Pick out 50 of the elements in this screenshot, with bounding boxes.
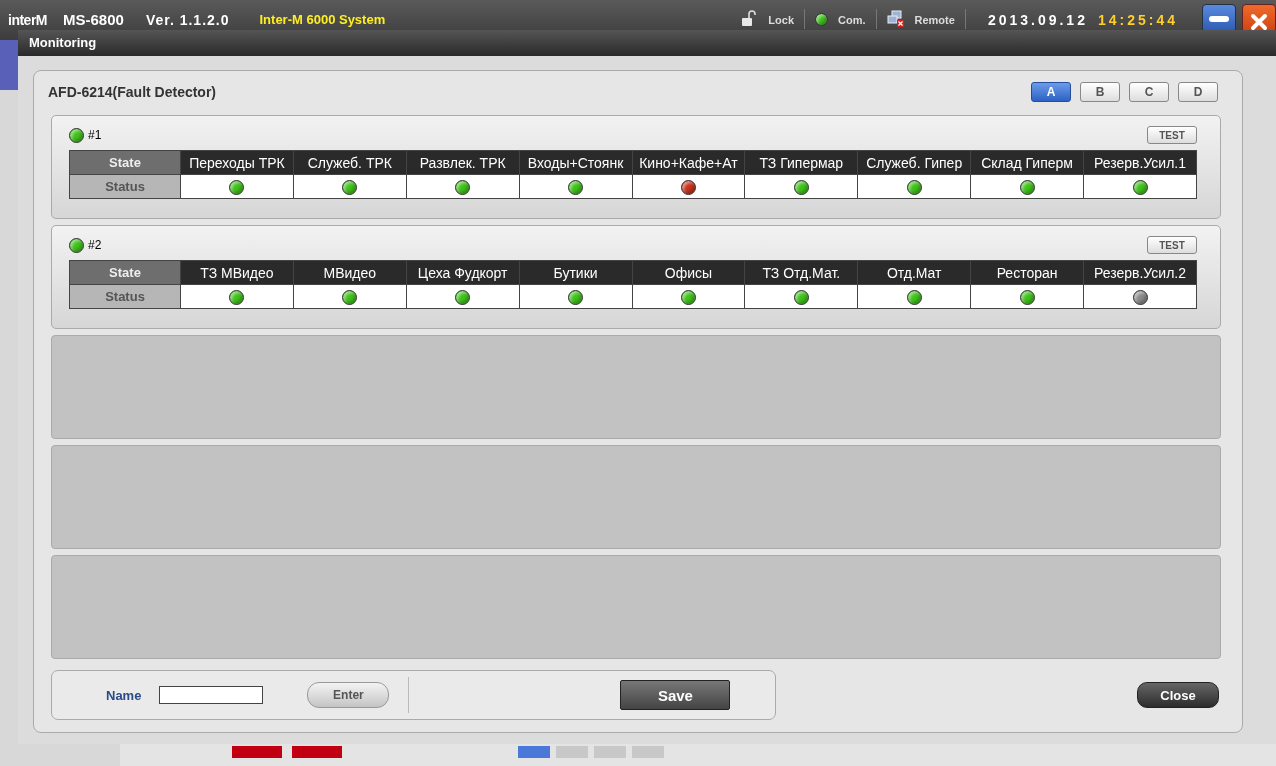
- row-header: Status: [69, 174, 181, 199]
- test-button[interactable]: TEST: [1147, 236, 1197, 254]
- enter-button[interactable]: Enter: [307, 682, 390, 708]
- date-label: 2013.09.12: [987, 11, 1088, 30]
- channel-name: Ресторан: [970, 260, 1084, 285]
- close-icon: [1250, 13, 1268, 31]
- network-error-icon: [886, 10, 905, 28]
- channel-name: Переходы ТРК: [180, 150, 294, 175]
- channel-name: ТЗ МВидео: [180, 260, 294, 285]
- channel-name: МВидео: [293, 260, 407, 285]
- padlock-icon: [740, 10, 759, 28]
- system-name: Inter-M 6000 System: [259, 11, 386, 29]
- name-field[interactable]: [159, 686, 264, 704]
- channel-name: ТЗ Отд.Мат.: [744, 260, 858, 285]
- indicator-label: Com.: [838, 13, 866, 28]
- channel-name: Служеб. Гипер: [857, 150, 971, 175]
- channel-name: Кино+Кафе+Ат: [632, 150, 745, 175]
- channel-name: Входы+Стоянк: [519, 150, 632, 175]
- name-label: Name: [106, 687, 142, 703]
- minimize-icon: [1209, 16, 1229, 22]
- row-header: State: [69, 260, 181, 285]
- version-label: Ver. 1.1.2.0: [145, 11, 230, 30]
- page-tab[interactable]: D: [1178, 82, 1218, 102]
- channel-name: Офисы: [632, 260, 745, 285]
- channel-name: Бутики: [519, 260, 632, 285]
- channel-name: Склад Гиперм: [970, 150, 1084, 175]
- indicator-label: Remote: [914, 13, 955, 28]
- logo: interM: [8, 11, 47, 30]
- row-header: State: [69, 150, 181, 175]
- save-button[interactable]: Save: [620, 680, 731, 710]
- channel-name: Цеха Фудкорт: [406, 260, 520, 285]
- channel-name: ТЗ Гипермар: [744, 150, 858, 175]
- close-dialog-button[interactable]: Close: [1137, 682, 1219, 708]
- device-title: AFD-6214(Fault Detector): [48, 84, 217, 100]
- dialog-title: Monitoring: [29, 35, 97, 50]
- channel-name: Развлек. ТРК: [406, 150, 520, 175]
- page-tab[interactable]: B: [1080, 82, 1120, 102]
- channel-name: Служеб. ТРК: [293, 150, 407, 175]
- indicator-label: Lock: [768, 13, 795, 28]
- time-label: 14:25:44: [1097, 11, 1178, 30]
- page-tab[interactable]: A: [1031, 82, 1071, 102]
- test-button[interactable]: TEST: [1147, 126, 1197, 144]
- page-tab[interactable]: C: [1129, 82, 1169, 102]
- channel-name: Отд.Мат: [857, 260, 971, 285]
- group-label: #1: [88, 128, 102, 142]
- channel-name: Резерв.Усил.1: [1083, 150, 1197, 175]
- model-name: MS-6800: [63, 10, 124, 30]
- group-label: #2: [88, 238, 102, 252]
- row-header: Status: [69, 284, 181, 309]
- channel-name: Резерв.Усил.2: [1083, 260, 1197, 285]
